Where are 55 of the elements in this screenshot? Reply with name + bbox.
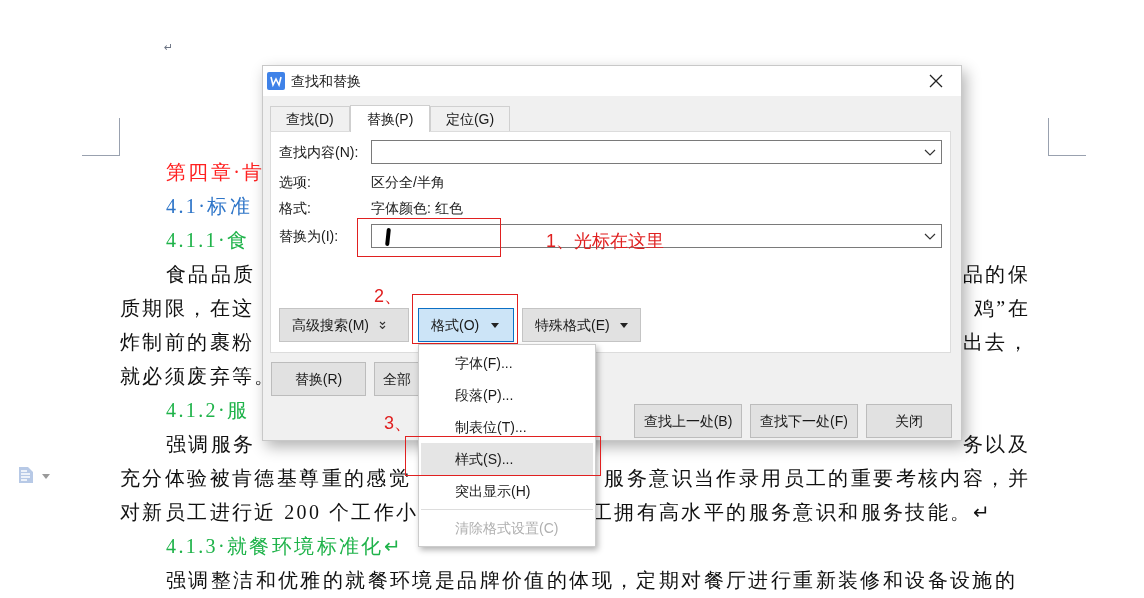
paragraph-text: 食品品质 <box>166 262 256 287</box>
heading-text: 4.1.1·食 <box>166 228 250 253</box>
crop-mark <box>82 118 120 156</box>
annotation-text: 1、光标在这里 <box>546 230 664 253</box>
annotation-text: 2、 <box>374 285 402 308</box>
menu-item[interactable]: 突出显示(H) <box>421 475 593 507</box>
toolbar-button[interactable]: 特殊格式(E) <box>522 308 641 342</box>
heading-text: 4.1.3·就餐环境标准化↵ <box>166 534 404 559</box>
tab[interactable]: 定位(G) <box>430 106 510 131</box>
paragraph-text: 充分体验被肯德基尊重的感觉 <box>120 466 412 491</box>
chevron-down-icon[interactable] <box>924 149 936 157</box>
tab[interactable]: 查找(D) <box>270 106 350 131</box>
caret-icon <box>491 322 500 328</box>
double-chevron-icon <box>379 321 386 329</box>
window-title: 查找和替换 <box>291 71 361 91</box>
combo-field[interactable] <box>371 140 942 164</box>
paragraph-text: 炸制前的裹粉 <box>120 330 255 355</box>
paragraph-text: 服务意识当作录用员工的重要考核内容，并 <box>604 466 1030 491</box>
dialog-button[interactable]: 关闭 <box>866 404 952 438</box>
paragraph-text: 品的保 <box>962 262 1030 287</box>
field-value: 字体颜色: 红色 <box>371 198 463 218</box>
menu-item[interactable]: 制表位(T)... <box>421 411 593 443</box>
menu-item[interactable]: 字体(F)... <box>421 347 593 379</box>
dialog-button[interactable]: 查找上一处(B) <box>634 404 742 438</box>
caret-icon[interactable] <box>42 474 50 479</box>
heading-text: 4.1·标准 <box>166 194 253 219</box>
toolbar-button[interactable]: 高级搜索(M) <box>279 308 409 342</box>
paragraph-text: 强调服务 <box>166 432 256 457</box>
crop-mark <box>1048 118 1086 156</box>
field-label: 格式: <box>279 198 312 218</box>
app-logo-icon <box>267 72 285 90</box>
field-label: 替换为(I): <box>279 226 340 246</box>
paragraph-text: 强调整洁和优雅的就餐环境是品牌价值的体现，定期对餐厅进行重新装修和设备设施的 <box>166 568 1018 593</box>
menu-item[interactable]: 样式(S)... <box>421 443 593 475</box>
combo-field[interactable] <box>371 224 942 248</box>
paragraph-mark: ↵ <box>164 40 174 56</box>
paragraph-text: 务以及 <box>962 432 1030 457</box>
paragraph-text: 质期限，在这 <box>120 296 255 321</box>
field-label: 选项: <box>279 172 312 192</box>
dialog-button[interactable]: 查找下一处(F) <box>750 404 858 438</box>
field-value: 区分全/半角 <box>371 172 445 192</box>
action-button[interactable]: 替换(R) <box>271 362 366 396</box>
paragraph-text: 对新员工进行近 200 个工作小 <box>120 500 419 525</box>
annotation-text: 3、 <box>384 412 412 435</box>
tab[interactable]: 替换(P) <box>350 105 430 132</box>
field-label: 查找内容(N): <box>279 142 360 162</box>
menu-item[interactable]: 段落(P)... <box>421 379 593 411</box>
caret-icon <box>619 322 628 328</box>
close-icon <box>929 74 943 88</box>
heading-text: 4.1.2·服 <box>166 398 250 423</box>
heading-text: 第四章·肯 <box>166 160 265 185</box>
paragraph-text: 出去， <box>962 330 1030 355</box>
paragraph-text: 鸡”在 <box>973 296 1030 321</box>
chevron-down-icon[interactable] <box>924 233 936 241</box>
toolbar-button[interactable]: 格式(O) <box>418 308 514 342</box>
